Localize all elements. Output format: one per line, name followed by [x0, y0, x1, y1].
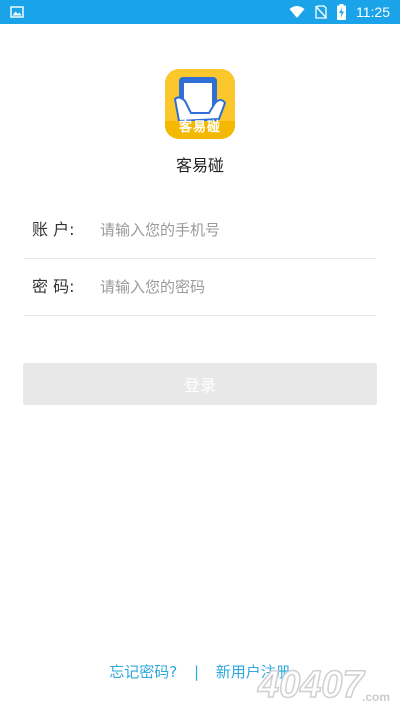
- account-row: 账 户:: [24, 202, 376, 259]
- battery-charging-icon: [337, 4, 346, 20]
- sim-off-icon: [315, 5, 327, 19]
- password-label: 密 码:: [32, 277, 75, 296]
- password-input[interactable]: [100, 271, 370, 303]
- phone-input[interactable]: [100, 214, 370, 246]
- image-icon: [10, 6, 24, 18]
- login-button[interactable]: 登录: [23, 363, 377, 405]
- app-name: 客易碰: [175, 156, 224, 175]
- login-screen: 11:25 客易碰 客易碰 账 户: 密 码: 登录 忘记密码? | 新用户注册…: [0, 0, 400, 711]
- status-time: 11:25: [356, 4, 390, 20]
- footer-links: 忘记密码? | 新用户注册: [0, 661, 400, 682]
- logo-text: 客易碰: [178, 120, 221, 135]
- account-label: 账 户:: [32, 220, 75, 239]
- register-link[interactable]: 新用户注册: [216, 663, 291, 681]
- footer-separator: |: [193, 663, 199, 681]
- password-row: 密 码:: [24, 259, 376, 316]
- app-logo: 客易碰: [165, 69, 235, 139]
- status-icons: 11:25: [289, 0, 390, 24]
- wifi-icon: [289, 6, 305, 18]
- forgot-password-link[interactable]: 忘记密码?: [109, 663, 177, 681]
- status-bar: 11:25: [0, 0, 400, 24]
- watermark-suffix: .com: [362, 690, 390, 704]
